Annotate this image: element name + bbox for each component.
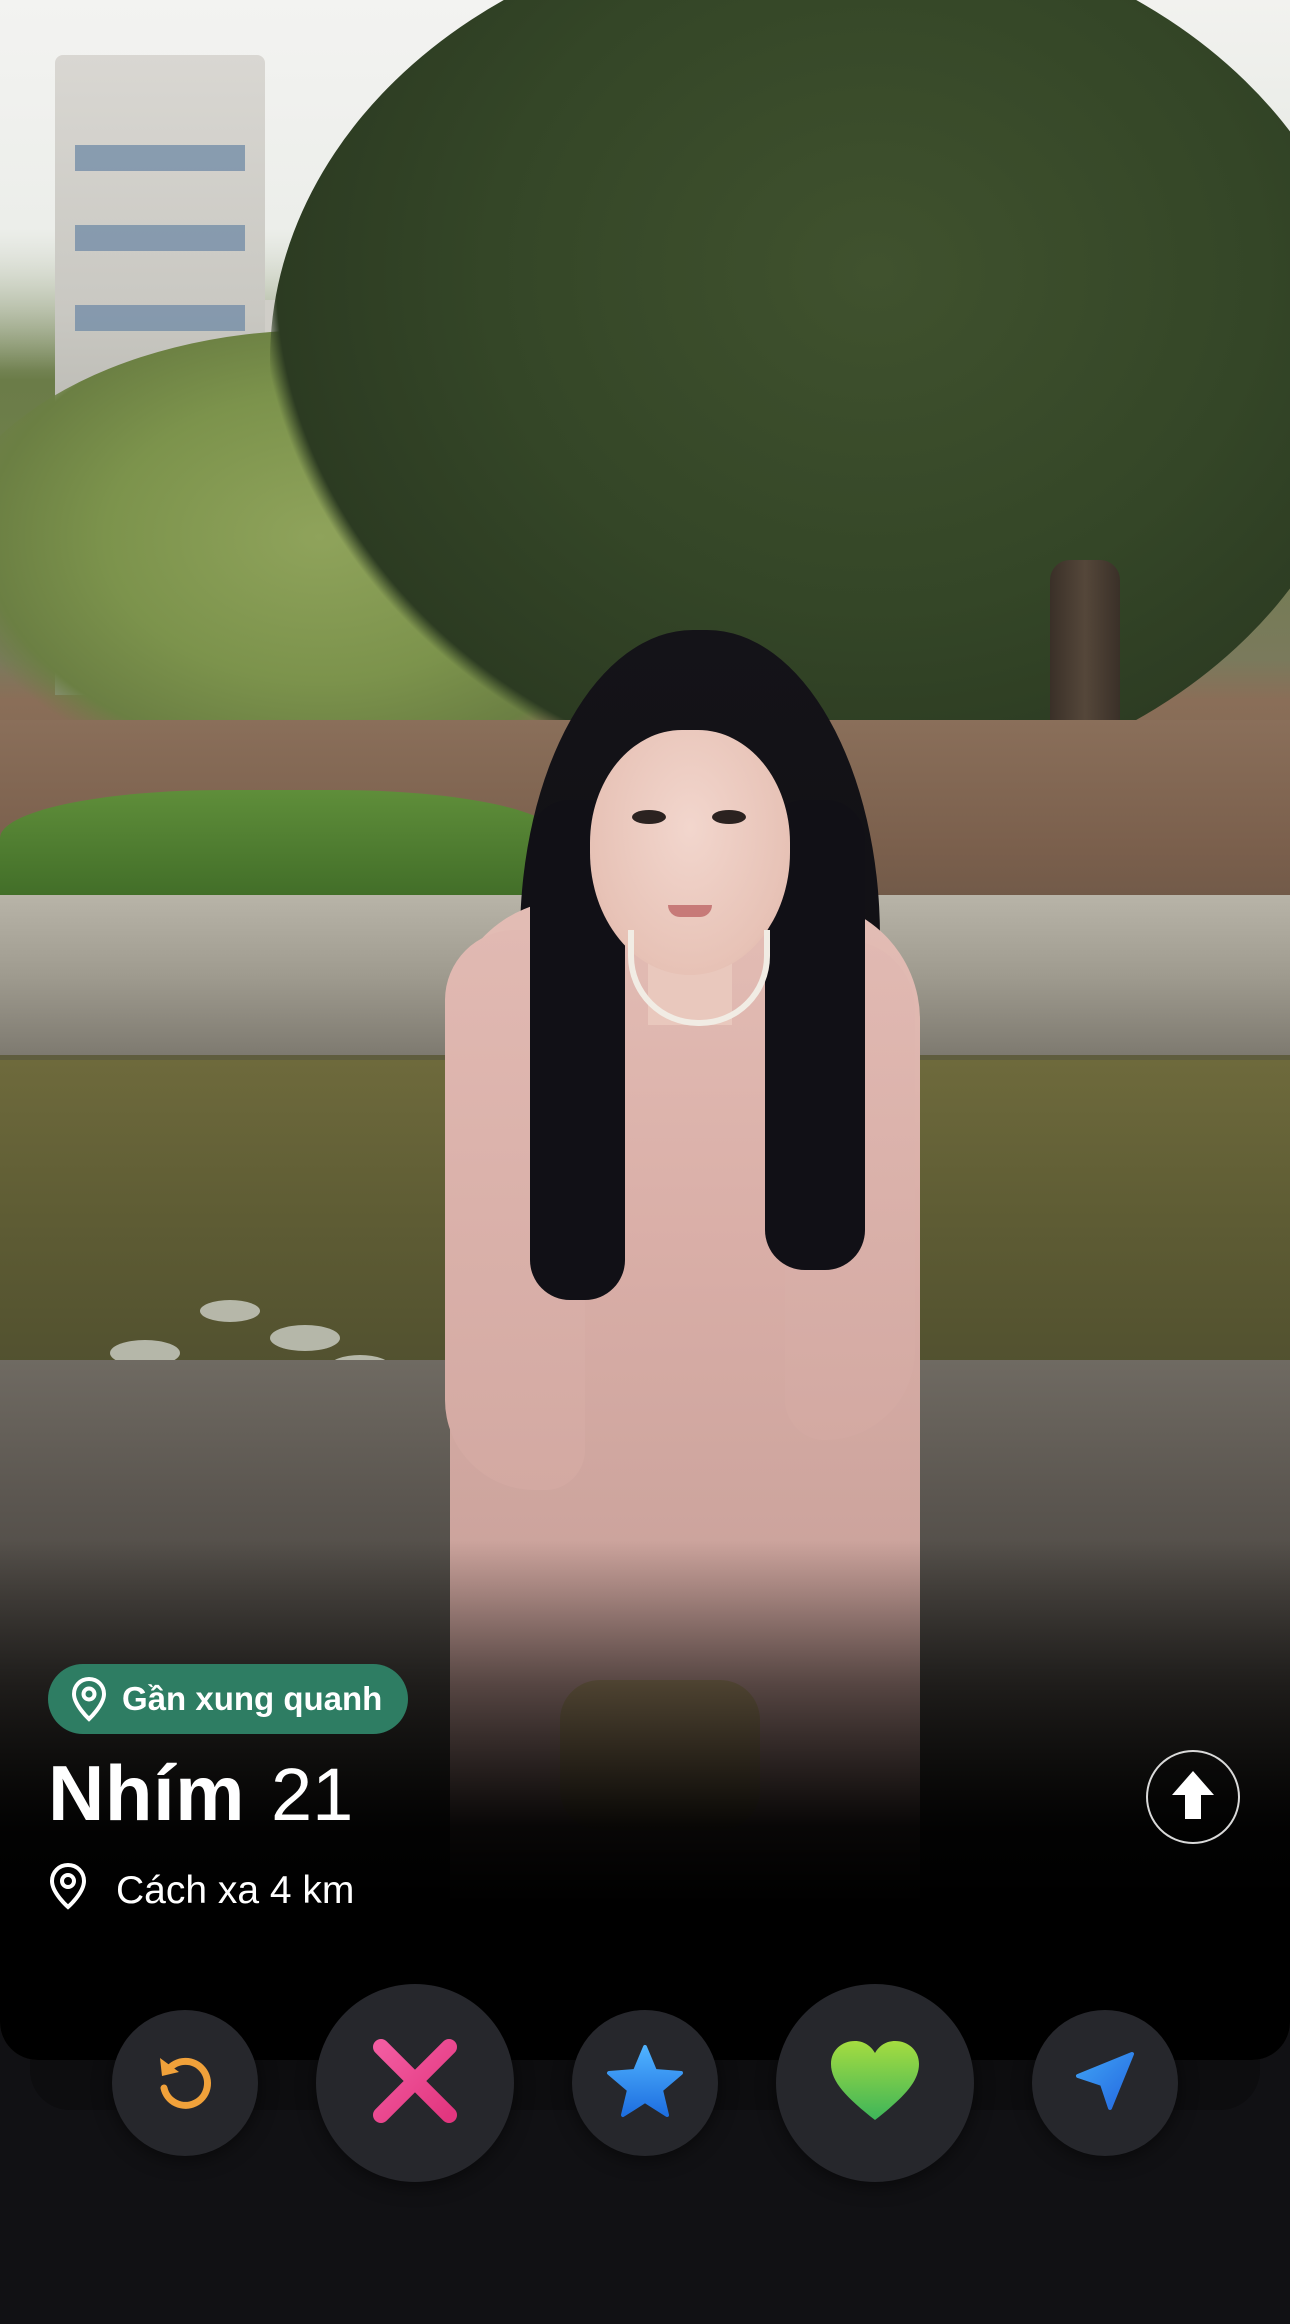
distance-row: Cách xa 4 km xyxy=(48,1862,354,1920)
close-icon xyxy=(369,2035,461,2132)
nope-button[interactable] xyxy=(316,1984,514,2182)
location-pin-icon xyxy=(48,1862,88,1920)
app-screen: Gần xung quanh Nhím 21 Cách xa 4 km xyxy=(0,0,1290,2324)
action-bar xyxy=(0,1980,1290,2200)
boost-button[interactable] xyxy=(1032,2010,1178,2156)
nearby-badge-label: Gần xung quanh xyxy=(122,1680,383,1717)
nearby-badge: Gần xung quanh xyxy=(48,1664,409,1734)
like-button[interactable] xyxy=(776,1984,974,2182)
super-like-button[interactable] xyxy=(572,2010,718,2156)
send-icon xyxy=(1072,2048,1138,2119)
heart-icon xyxy=(827,2038,923,2129)
rewind-icon xyxy=(152,2048,218,2119)
profile-card[interactable]: Gần xung quanh Nhím 21 Cách xa 4 km xyxy=(0,0,1290,2060)
profile-age: 21 xyxy=(271,1753,354,1836)
profile-name: Nhím xyxy=(48,1749,245,1837)
rewind-button[interactable] xyxy=(112,2010,258,2156)
location-pin-icon xyxy=(70,1676,108,1722)
distance-label: Cách xa 4 km xyxy=(116,1869,355,1912)
open-profile-button[interactable] xyxy=(1146,1750,1240,1844)
arrow-up-icon xyxy=(1168,1767,1218,1828)
star-icon xyxy=(605,2043,685,2124)
name-age-row: Nhím 21 xyxy=(48,1748,353,1839)
